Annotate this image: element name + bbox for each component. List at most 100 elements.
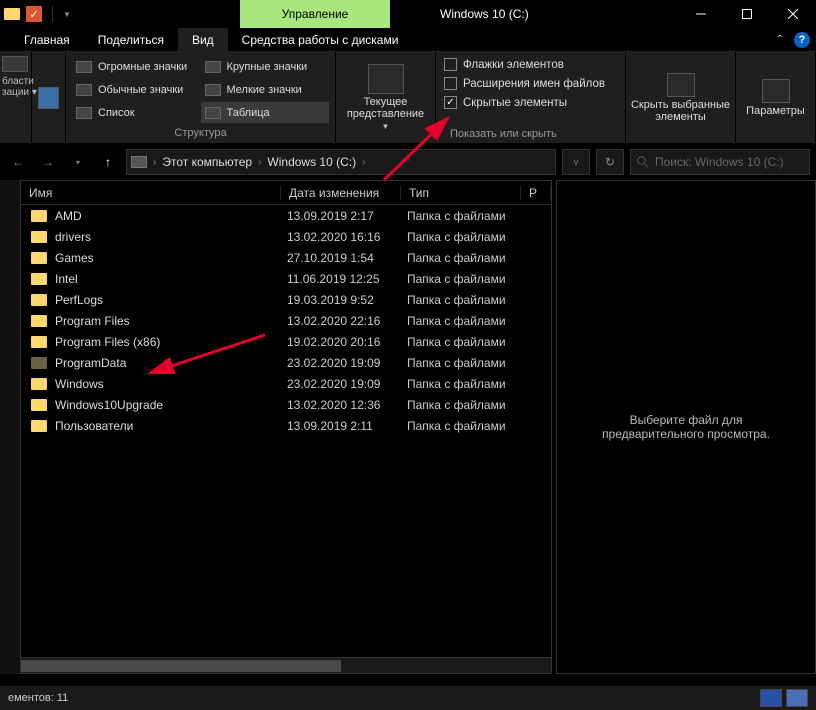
table-row[interactable]: AMD13.09.2019 2:17Папка с файлами — [21, 205, 551, 226]
search-placeholder: Поиск: Windows 10 (C:) — [655, 155, 784, 169]
file-list[interactable]: AMD13.09.2019 2:17Папка с файламиdrivers… — [21, 205, 551, 657]
main-area: Имя Дата изменения Тип Р AMD13.09.2019 2… — [0, 180, 816, 674]
maximize-button[interactable] — [724, 0, 770, 28]
layout-large[interactable]: Крупные значки — [201, 56, 330, 77]
file-date: 19.02.2020 20:16 — [287, 335, 407, 349]
qa-dropdown-icon[interactable]: ▼ — [63, 10, 71, 19]
checkbox-item-flags[interactable]: Флажки элементов — [444, 58, 617, 71]
address-dropdown-button[interactable]: v — [562, 149, 590, 175]
refresh-button[interactable]: ↻ — [596, 149, 624, 175]
folder-icon — [31, 399, 47, 411]
search-input[interactable]: Поиск: Windows 10 (C:) — [630, 149, 810, 175]
table-row[interactable]: Windows23.02.2020 19:09Папка с файлами — [21, 373, 551, 394]
checkbox-file-extensions[interactable]: Расширения имен файлов — [444, 77, 617, 90]
checkbox-hidden-items[interactable]: ✓ Скрытые элементы — [444, 96, 617, 109]
tab-drive-tools[interactable]: Средства работы с дисками — [228, 28, 413, 51]
ribbon-group-current-view: Текущее представление ▼ — [336, 52, 436, 143]
view-large-icons-button[interactable] — [786, 689, 808, 707]
close-button[interactable] — [770, 0, 816, 28]
checkbox-label: Скрытые элементы — [463, 97, 567, 109]
nav-forward-button[interactable]: → — [36, 150, 60, 174]
col-header-date[interactable]: Дата изменения — [281, 186, 401, 200]
nav-tree-pane[interactable] — [0, 180, 20, 674]
col-header-type[interactable]: Тип — [401, 186, 521, 200]
ribbon: бласти зации ▾ Огромные значки Крупные з… — [0, 52, 816, 144]
file-type: Папка с файлами — [407, 356, 527, 370]
file-date: 13.09.2019 2:11 — [287, 419, 407, 433]
chevron-right-icon[interactable]: › — [258, 157, 261, 168]
table-row[interactable]: ProgramData23.02.2020 19:09Папка с файла… — [21, 352, 551, 373]
folder-icon — [31, 378, 47, 390]
nav-up-button[interactable]: ↑ — [96, 150, 120, 174]
file-name: Program Files (x86) — [55, 335, 287, 349]
folder-icon — [31, 315, 47, 327]
current-view-label: Текущее представление — [347, 96, 424, 120]
file-name: Windows — [55, 377, 287, 391]
ribbon-collapse-icon[interactable]: ⌃ — [776, 34, 784, 45]
layout-huge[interactable]: Огромные значки — [72, 56, 201, 77]
layout-label: Мелкие значки — [227, 84, 302, 96]
col-header-name[interactable]: Имя — [21, 186, 281, 200]
col-header-size[interactable]: Р — [521, 186, 551, 200]
file-type: Папка с файлами — [407, 377, 527, 391]
layout-label: Таблица — [227, 107, 270, 119]
group-label-structure: Структура — [66, 127, 335, 143]
window-title: Windows 10 (C:) — [390, 0, 678, 28]
list-icon — [76, 107, 92, 119]
panes-icon[interactable] — [38, 87, 59, 109]
table-row[interactable]: Windows10Upgrade13.02.2020 12:36Папка с … — [21, 394, 551, 415]
options-icon[interactable] — [762, 79, 790, 103]
file-type: Папка с файлами — [407, 272, 527, 286]
address-bar[interactable]: › Этот компьютер › Windows 10 (C:) › — [126, 149, 556, 175]
folder-icon — [31, 357, 47, 369]
table-row[interactable]: drivers13.02.2020 16:16Папка с файлами — [21, 226, 551, 247]
group-label-show-hide: Показать или скрыть — [450, 128, 557, 140]
breadcrumb-this-pc[interactable]: Этот компьютер — [162, 155, 252, 169]
table-row[interactable]: Program Files (x86)19.02.2020 20:16Папка… — [21, 331, 551, 352]
layout-list[interactable]: Список — [72, 102, 201, 123]
file-name: Пользователи — [55, 419, 287, 433]
file-name: Windows10Upgrade — [55, 398, 287, 412]
hide-selected-icon[interactable] — [667, 73, 695, 97]
chevron-right-icon[interactable]: › — [153, 157, 156, 168]
horizontal-scrollbar[interactable] — [21, 657, 551, 673]
file-date: 23.02.2020 19:09 — [287, 356, 407, 370]
folder-icon — [31, 231, 47, 243]
chevron-down-icon[interactable]: ▼ — [382, 122, 390, 131]
help-icon[interactable]: ? — [794, 32, 810, 48]
scrollbar-thumb[interactable] — [21, 660, 341, 672]
layout-medium[interactable]: Обычные значки — [72, 79, 201, 100]
preview-pane: Выберите файл для предварительного просм… — [556, 180, 816, 674]
nav-pane-icon[interactable] — [2, 56, 28, 72]
nav-recent-dropdown[interactable]: ▾ — [66, 150, 90, 174]
file-type: Папка с файлами — [407, 314, 527, 328]
current-view-icon[interactable] — [368, 64, 404, 94]
tab-home[interactable]: Главная — [10, 28, 84, 51]
properties-icon[interactable]: ✓ — [26, 6, 42, 22]
minimize-button[interactable] — [678, 0, 724, 28]
navbar: ← → ▾ ↑ › Этот компьютер › Windows 10 (C… — [0, 144, 816, 180]
nav-back-button[interactable]: ← — [6, 150, 30, 174]
checkbox-icon-checked: ✓ — [444, 96, 457, 109]
table-row[interactable]: Пользователи13.09.2019 2:11Папка с файла… — [21, 415, 551, 436]
layout-small[interactable]: Мелкие значки — [201, 79, 330, 100]
table-row[interactable]: Games27.10.2019 1:54Папка с файлами — [21, 247, 551, 268]
tab-share[interactable]: Поделиться — [84, 28, 178, 51]
file-type: Папка с файлами — [407, 335, 527, 349]
view-details-button[interactable] — [760, 689, 782, 707]
layout-table[interactable]: Таблица — [201, 102, 330, 123]
table-row[interactable]: Program Files13.02.2020 22:16Папка с фай… — [21, 310, 551, 331]
file-type: Папка с файлами — [407, 419, 527, 433]
tab-view[interactable]: Вид — [178, 28, 228, 51]
folder-icon — [31, 210, 47, 222]
ribbon-group-options: Параметры — [736, 52, 816, 143]
table-row[interactable]: Intel11.06.2019 12:25Папка с файлами — [21, 268, 551, 289]
chevron-right-icon[interactable]: › — [362, 157, 365, 168]
table-row[interactable]: PerfLogs19.03.2019 9:52Папка с файлами — [21, 289, 551, 310]
quick-access-toolbar: ✓ ▼ — [0, 0, 240, 28]
hide-selected-label: Скрыть выбранные элементы — [631, 99, 730, 123]
ribbon-group-nav-pane: бласти зации ▾ — [0, 52, 32, 143]
file-date: 19.03.2019 9:52 — [287, 293, 407, 307]
drive-icon — [131, 156, 147, 168]
breadcrumb-drive[interactable]: Windows 10 (C:) — [267, 155, 356, 169]
